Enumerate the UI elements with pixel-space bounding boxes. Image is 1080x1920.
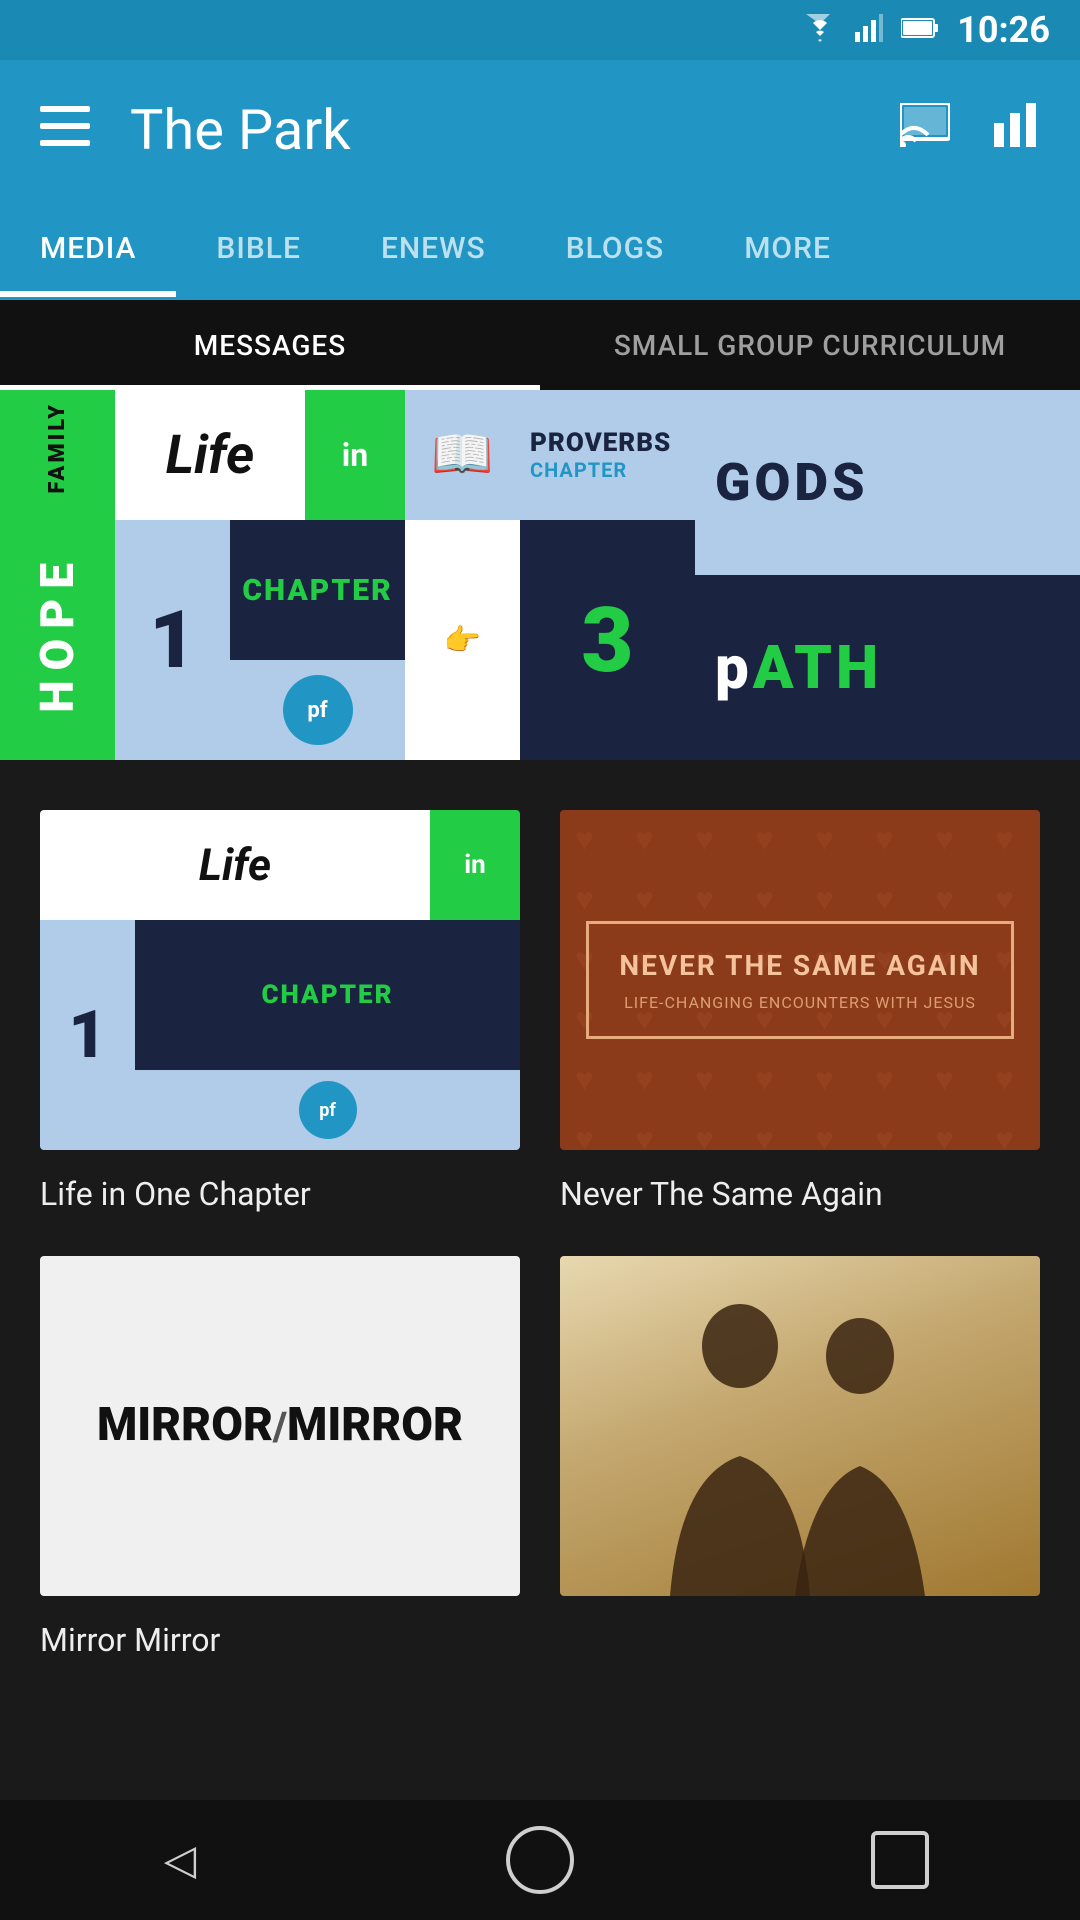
card-ntsa-label: Never The Same Again	[560, 1174, 1040, 1216]
status-bar: 10:26	[0, 0, 1080, 60]
in-text: in	[342, 436, 368, 474]
card-fourth[interactable]	[560, 1256, 1040, 1662]
ntsa-pattern: ♥	[560, 810, 1040, 1150]
status-icons: 10:26	[803, 9, 1050, 51]
banner-strip: FAMILY HOPE Life in 1 CHAPTER pf	[0, 390, 1080, 760]
chapter-num: 1	[149, 593, 195, 687]
tab-more[interactable]: MORE	[704, 200, 871, 297]
finger-icon: 👉	[444, 623, 481, 658]
back-button[interactable]	[140, 1820, 220, 1900]
life-text: Life	[166, 424, 255, 487]
home-button[interactable]	[500, 1820, 580, 1900]
gods-label: GODS	[715, 452, 869, 513]
banner-family: FAMILY	[0, 390, 115, 505]
mirror-text: MIRROR/MIRROR	[97, 1400, 463, 1451]
card-mirror-image: MIRROR/MIRROR	[40, 1256, 520, 1596]
status-time: 10:26	[957, 9, 1050, 51]
card-life-in-one-chapter[interactable]: Life in 1 CHAPTER	[40, 810, 520, 1216]
banner-proverbs[interactable]: 📖 PROVERBS CHAPTER 👉 3	[405, 390, 695, 760]
tab-enews[interactable]: ENEWS	[341, 200, 526, 297]
tab-blogs[interactable]: BLOGS	[526, 200, 704, 297]
pf-badge: pf	[283, 675, 353, 745]
banner-hope: HOPE	[0, 505, 115, 760]
cast-button[interactable]	[900, 103, 950, 158]
sub-tab-bar: MESSAGES SMALL GROUP CURRICULUM	[0, 300, 1080, 390]
wifi-icon	[803, 14, 837, 46]
card-silhouette-image	[560, 1256, 1040, 1596]
card-life-image: Life in 1 CHAPTER	[40, 810, 520, 1150]
menu-button[interactable]	[40, 105, 90, 155]
family-label: FAMILY	[45, 402, 70, 494]
tab-bar: MEDIA BIBLE ENEWS BLOGS MORE	[0, 200, 1080, 300]
app-title: The Park	[130, 97, 860, 163]
card-life-label: Life in One Chapter	[40, 1174, 520, 1216]
card-mirror-label: Mirror Mirror	[40, 1620, 520, 1662]
card-mirror-thumbnail: MIRROR/MIRROR	[40, 1256, 520, 1596]
card-ntsa-image: ♥ NEVER THE SAME AGAIN LIFE-CHANGING ENC…	[560, 810, 1040, 1150]
card-chapter-text: CHAPTER	[261, 980, 393, 1010]
app-bar: The Park	[0, 60, 1080, 200]
chapter-label: CHAPTER	[242, 573, 392, 608]
card-num: 1	[68, 997, 106, 1074]
card-life-thumbnail: Life in 1 CHAPTER	[40, 810, 520, 1150]
card-never-same-again[interactable]: ♥ NEVER THE SAME AGAIN LIFE-CHANGING ENC…	[560, 810, 1040, 1216]
signal-icon	[855, 14, 883, 46]
sub-tab-small-group[interactable]: SMALL GROUP CURRICULUM	[540, 300, 1080, 390]
battery-icon	[901, 17, 939, 43]
chart-button[interactable]	[990, 103, 1040, 158]
card-life-text: Life	[199, 839, 271, 891]
card-in-text: in	[464, 850, 485, 880]
banner-family-hope: FAMILY HOPE	[0, 390, 115, 760]
banner-life-chapter[interactable]: Life in 1 CHAPTER pf	[115, 390, 405, 760]
bottom-nav	[0, 1800, 1080, 1920]
banner-gods-path[interactable]: GODS pATH	[695, 390, 1080, 760]
content-area: Life in 1 CHAPTER	[0, 760, 1080, 1711]
card-ntsa-thumbnail: ♥ NEVER THE SAME AGAIN LIFE-CHANGING ENC…	[560, 810, 1040, 1150]
proverbs-sub: CHAPTER	[530, 458, 627, 482]
three-label: 3	[581, 588, 633, 693]
card-mirror-mirror[interactable]: MIRROR/MIRROR Mirror Mirror	[40, 1256, 520, 1662]
sub-tab-messages[interactable]: MESSAGES	[0, 300, 540, 390]
tab-media[interactable]: MEDIA	[0, 200, 176, 297]
card-fourth-thumbnail	[560, 1256, 1040, 1596]
tab-bible[interactable]: BIBLE	[176, 200, 341, 297]
cards-grid: Life in 1 CHAPTER	[40, 810, 1040, 1661]
book-icon: 📖	[431, 426, 493, 484]
hope-label: HOPE	[31, 553, 85, 713]
recent-apps-button[interactable]	[860, 1820, 940, 1900]
path-label: pATH	[715, 632, 882, 703]
proverbs-title: PROVERBS	[530, 428, 671, 458]
card-pf-badge: pf	[299, 1081, 357, 1139]
